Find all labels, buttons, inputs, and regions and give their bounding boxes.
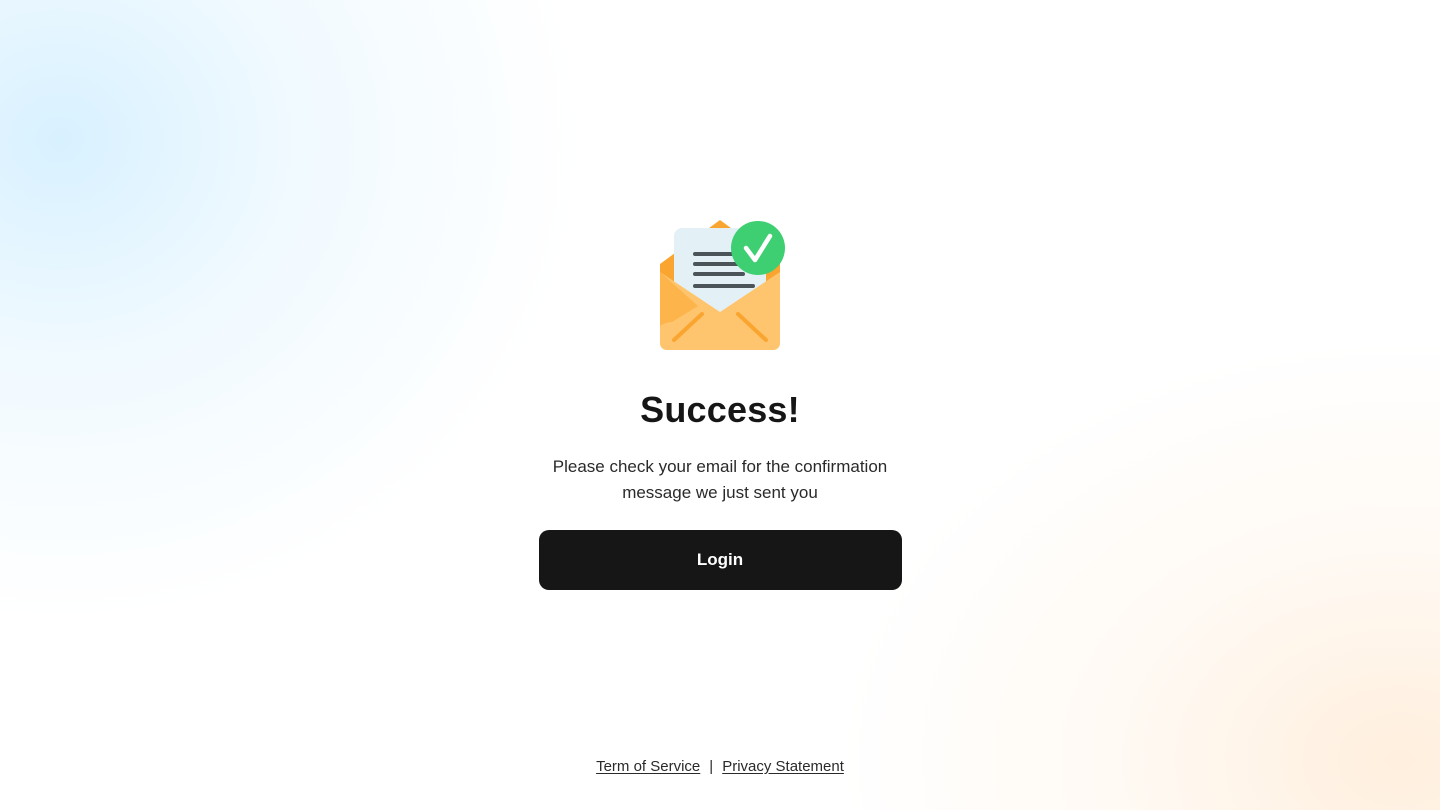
footer-separator: | bbox=[709, 758, 714, 775]
success-content: Success! Please check your email for the… bbox=[0, 214, 1440, 590]
envelope-check-icon bbox=[660, 220, 785, 350]
success-page: Success! Please check your email for the… bbox=[0, 0, 1440, 810]
confirmation-message: Please check your email for the confirma… bbox=[552, 457, 888, 502]
terms-of-service-link[interactable]: Term of Service bbox=[596, 758, 700, 775]
login-button[interactable]: Login bbox=[538, 530, 902, 590]
footer-links: Term of Service | Privacy Statement bbox=[0, 758, 1440, 775]
page-title: Success! bbox=[640, 389, 800, 430]
privacy-statement-link[interactable]: Privacy Statement bbox=[722, 758, 844, 775]
